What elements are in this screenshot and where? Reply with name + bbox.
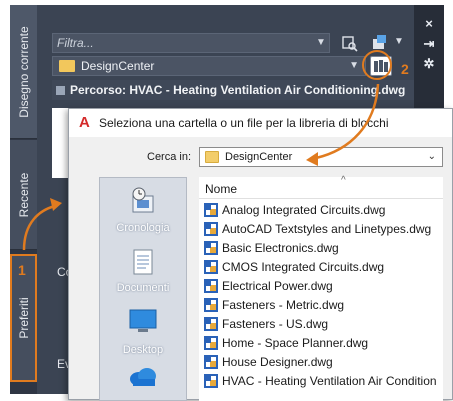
arrow-head <box>306 152 318 166</box>
callout-arrows <box>22 83 380 251</box>
arrow-head <box>50 198 62 211</box>
